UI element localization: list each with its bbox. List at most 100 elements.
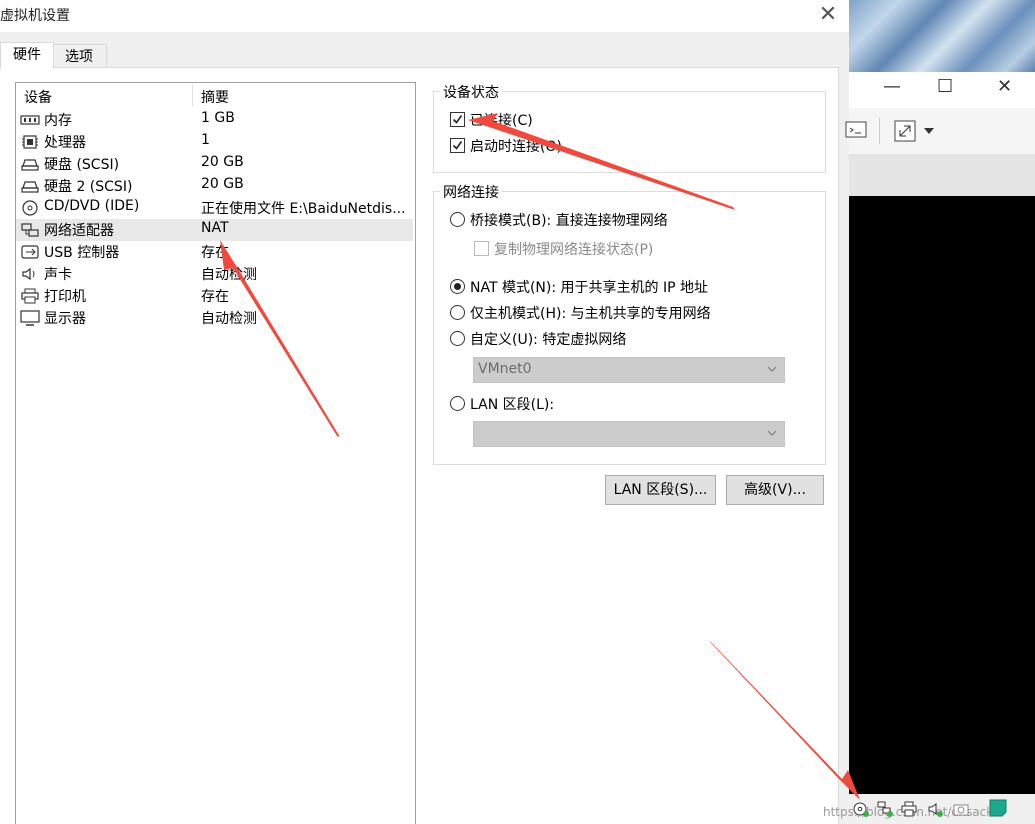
- bridged-label[interactable]: 桥接模式(B): 直接连接物理网络: [470, 210, 668, 230]
- chevron-down-icon: [767, 366, 777, 372]
- device-row-processor[interactable]: 处理器 1: [16, 131, 413, 153]
- device-summary: 正在使用文件 E:\BaiduNetdis...: [201, 201, 406, 217]
- device-row-cd-dvd[interactable]: CD/DVD (IDE) 正在使用文件 E:\BaiduNetdis...: [16, 197, 413, 219]
- vm-status-bar: https://blog.csdn.net/dxsack: [823, 794, 1035, 824]
- minimize-button[interactable]: —: [883, 76, 901, 97]
- connect-at-power-on-label[interactable]: 启动时连接(O): [470, 136, 562, 156]
- device-list: 设备 摘要 内存 1 GB 处理器 1 硬盘 (SCSI) 20 GB 硬盘 2…: [15, 82, 416, 824]
- message-status-icon[interactable]: [989, 799, 1007, 817]
- checkmark-icon: [452, 115, 463, 124]
- cd-dvd-status-icon[interactable]: [853, 801, 869, 817]
- vm-title-bar: — ☐ ✕: [849, 72, 1035, 108]
- hard-disk-icon: [21, 159, 39, 171]
- cd-dvd-icon: [22, 200, 38, 216]
- usb-icon: [21, 245, 39, 259]
- toolbar-separator: [879, 118, 880, 144]
- device-name: 声卡: [44, 267, 72, 283]
- device-name: 网络适配器: [44, 223, 114, 239]
- printer-status-icon[interactable]: [901, 801, 917, 817]
- device-summary: 20 GB: [201, 154, 244, 170]
- device-name: 硬盘 2 (SCSI): [44, 179, 133, 195]
- lan-segments-button[interactable]: LAN 区段(S)...: [605, 475, 716, 505]
- column-header-device[interactable]: 设备: [24, 87, 52, 107]
- chevron-down-icon[interactable]: [923, 126, 935, 136]
- device-status-title: 设备状态: [440, 82, 502, 102]
- vm-screen[interactable]: [849, 196, 1035, 794]
- host-only-label[interactable]: 仅主机模式(H): 与主机共享的专用网络: [470, 303, 711, 323]
- vm-settings-dialog: 虚拟机设置 ✕ 硬件 选项 设备 摘要 内存 1 GB 处理器 1 硬盘 (SC…: [0, 0, 849, 824]
- device-name: 内存: [44, 113, 72, 129]
- replicate-state-label[interactable]: 复制物理网络连接状态(P): [494, 239, 653, 259]
- connect-at-power-on-checkbox[interactable]: [450, 138, 465, 153]
- close-button[interactable]: ✕: [816, 2, 840, 28]
- device-summary: 1: [201, 132, 210, 148]
- console-icon[interactable]: [845, 120, 869, 140]
- device-row-hard-disk-2[interactable]: 硬盘 2 (SCSI) 20 GB: [16, 175, 413, 197]
- dialog-title: 虚拟机设置: [0, 8, 70, 24]
- device-row-printer[interactable]: 打印机 存在: [16, 285, 413, 307]
- device-row-hard-disk[interactable]: 硬盘 (SCSI) 20 GB: [16, 153, 413, 175]
- device-status-group: [433, 91, 826, 173]
- network-adapter-icon: [21, 223, 39, 237]
- tab-hardware[interactable]: 硬件: [0, 42, 54, 69]
- network-connection-title: 网络连接: [440, 182, 502, 202]
- device-summary: 存在: [201, 289, 229, 305]
- vm-tab-strip: [849, 154, 1035, 196]
- vm-window: — ☐ ✕ https://blog.csdn.net/dxsack: [823, 0, 1035, 824]
- device-summary: 自动检测: [201, 267, 257, 283]
- device-summary: 存在: [201, 245, 229, 261]
- device-name: CD/DVD (IDE): [44, 198, 140, 214]
- device-list-header: 设备 摘要: [16, 83, 413, 109]
- device-row-memory[interactable]: 内存 1 GB: [16, 109, 413, 131]
- device-name: USB 控制器: [44, 245, 120, 261]
- connected-checkbox[interactable]: [450, 112, 465, 127]
- printer-icon: [21, 288, 39, 304]
- device-summary: 20 GB: [201, 176, 244, 192]
- device-name: 硬盘 (SCSI): [44, 157, 120, 173]
- title-bar: 虚拟机设置 ✕: [0, 0, 849, 32]
- tab-strip: [0, 32, 849, 68]
- host-only-radio[interactable]: [450, 305, 465, 320]
- column-divider[interactable]: [192, 84, 193, 107]
- device-row-sound-card[interactable]: 声卡 自动检测: [16, 263, 413, 285]
- device-summary: NAT: [201, 220, 229, 236]
- bridged-radio[interactable]: [450, 212, 465, 227]
- chevron-down-icon: [767, 430, 777, 436]
- device-summary: 自动检测: [201, 311, 257, 327]
- close-window-button[interactable]: ✕: [997, 76, 1012, 97]
- fullscreen-icon[interactable]: [893, 119, 917, 143]
- device-name: 显示器: [44, 311, 86, 327]
- device-summary: 1 GB: [201, 110, 235, 126]
- vm-toolbar: [845, 108, 1035, 155]
- sound-status-icon[interactable]: [927, 801, 943, 817]
- device-row-usb-controller[interactable]: USB 控制器 存在: [16, 241, 413, 263]
- advanced-button[interactable]: 高级(V)...: [726, 475, 824, 505]
- custom-network-select[interactable]: VMnet0: [473, 357, 785, 383]
- hard-disk-icon: [21, 181, 39, 193]
- desktop-wallpaper: [849, 0, 1035, 72]
- replicate-state-checkbox[interactable]: [474, 241, 489, 256]
- lan-segment-radio[interactable]: [450, 396, 465, 411]
- custom-label[interactable]: 自定义(U): 特定虚拟网络: [470, 329, 626, 349]
- connected-label[interactable]: 已连接(C): [470, 110, 533, 130]
- device-row-display[interactable]: 显示器 自动检测: [16, 307, 413, 329]
- network-status-icon[interactable]: [877, 801, 893, 817]
- lan-segment-label[interactable]: LAN 区段(L):: [470, 394, 554, 414]
- sound-icon: [22, 267, 35, 281]
- camera-status-icon[interactable]: [953, 801, 969, 817]
- checkmark-icon: [452, 141, 463, 150]
- device-name: 打印机: [44, 289, 86, 305]
- radio-dot: [454, 283, 461, 290]
- display-icon: [20, 310, 40, 326]
- maximize-button[interactable]: ☐: [937, 76, 953, 97]
- custom-radio[interactable]: [450, 331, 465, 346]
- device-name: 处理器: [44, 135, 86, 151]
- lan-segment-select[interactable]: [473, 421, 785, 447]
- device-row-network-adapter[interactable]: 网络适配器 NAT: [16, 219, 413, 241]
- custom-network-value: VMnet0: [478, 361, 532, 377]
- column-header-summary[interactable]: 摘要: [201, 87, 229, 107]
- cpu-icon: [22, 135, 38, 149]
- nat-radio[interactable]: [450, 279, 465, 294]
- nat-label[interactable]: NAT 模式(N): 用于共享主机的 IP 地址: [470, 277, 708, 297]
- memory-icon: [20, 115, 40, 125]
